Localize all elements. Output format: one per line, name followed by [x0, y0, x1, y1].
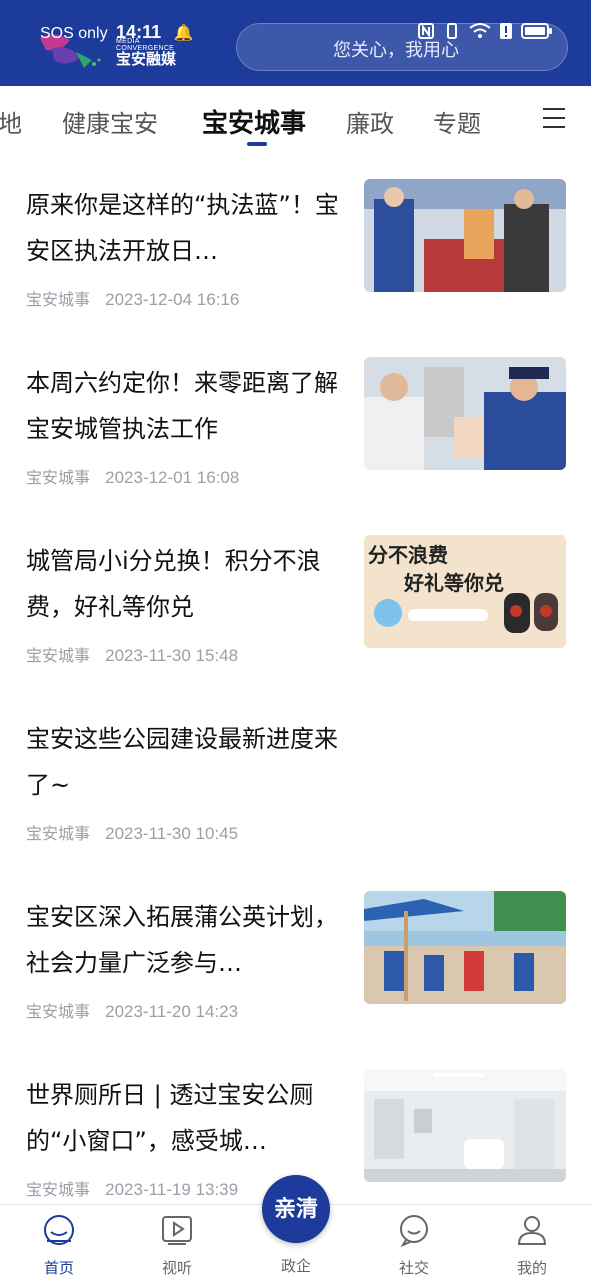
- category-tabs: 地 健康宝安 宝安城事 廉政 专题: [0, 86, 591, 152]
- article-source: 宝安城事: [26, 824, 91, 843]
- nav-social[interactable]: 社交: [374, 1213, 454, 1278]
- bell-icon: 🔔: [173, 25, 194, 42]
- article-meta: 宝安城事 2023-11-30 15:48: [26, 642, 238, 666]
- article-source: 宝安城事: [26, 290, 91, 309]
- tab-health[interactable]: 健康宝安: [62, 104, 158, 139]
- tab-topics[interactable]: 专题: [433, 104, 481, 139]
- list-item[interactable]: 原来你是这样的“执法蓝”！宝安区执法开放日… 宝安城事 2023-12-04 1…: [0, 152, 591, 330]
- tab-integrity[interactable]: 廉政: [346, 104, 394, 139]
- play-icon: [162, 1216, 192, 1245]
- nav-me[interactable]: 我的: [492, 1213, 572, 1278]
- home-icon: [44, 1215, 74, 1245]
- thumb-text-line2: 好礼等你兑: [404, 571, 504, 595]
- status-bar-left: SOS only 14:11 🔔: [40, 22, 193, 43]
- nav-me-label: 我的: [516, 1259, 547, 1277]
- nav-home-label: 首页: [43, 1259, 74, 1277]
- article-thumbnail[interactable]: [364, 357, 566, 470]
- menu-icon[interactable]: [543, 108, 565, 128]
- article-date: 2023-11-30 10:45: [105, 824, 239, 843]
- article-thumbnail[interactable]: [364, 179, 566, 292]
- article-title[interactable]: 世界厕所日 | 透过宝安公厕的“小窗口”，感受城…: [26, 1072, 344, 1164]
- nav-video-label: 视听: [161, 1259, 192, 1277]
- nav-home[interactable]: 首页: [19, 1213, 99, 1278]
- vibrate-icon: [447, 23, 457, 39]
- article-title[interactable]: 原来你是这样的“执法蓝”！宝安区执法开放日…: [26, 182, 344, 274]
- article-source: 宝安城事: [26, 1002, 91, 1021]
- article-title[interactable]: 本周六约定你！来零距离了解宝安城管执法工作: [26, 360, 344, 452]
- carrier-text: SOS only: [40, 25, 108, 42]
- article-date: 2023-12-04 16:16: [105, 290, 240, 309]
- alert-icon: [500, 23, 512, 39]
- clock-time: 14:11: [116, 22, 162, 42]
- article-date: 2023-11-30 15:48: [105, 646, 239, 665]
- article-source: 宝安城事: [26, 1180, 91, 1199]
- article-date: 2023-12-01 16:08: [105, 468, 240, 487]
- article-source: 宝安城事: [26, 468, 91, 487]
- chat-icon: [400, 1215, 428, 1248]
- nav-video[interactable]: 视听: [137, 1213, 217, 1278]
- article-date: 2023-11-19 13:39: [105, 1180, 239, 1199]
- status-bar-right: [417, 22, 553, 40]
- article-thumbnail[interactable]: [364, 1069, 566, 1182]
- article-meta: 宝安城事 2023-11-19 13:39: [26, 1176, 238, 1200]
- article-thumbnail[interactable]: [364, 891, 566, 1004]
- article-meta: 宝安城事 2023-11-20 14:23: [26, 998, 238, 1022]
- article-meta: 宝安城事 2023-12-01 16:08: [26, 464, 239, 488]
- tab-city-affairs[interactable]: 宝安城事: [202, 103, 306, 140]
- user-icon: [517, 1216, 547, 1245]
- article-title[interactable]: 宝安这些公园建设最新进度来了~: [26, 716, 344, 808]
- battery-icon: [521, 23, 552, 39]
- bottom-nav: 首页 视听 亲清 政企 社交 我的: [0, 1175, 591, 1280]
- article-meta: 宝安城事 2023-11-30 10:45: [26, 820, 238, 844]
- logo-text-cn: 宝安融媒: [116, 50, 177, 68]
- list-item[interactable]: 宝安这些公园建设最新进度来了~ 宝安城事 2023-11-30 10:45: [0, 686, 591, 864]
- list-item[interactable]: 城管局小i分兑换！积分不浪费，好礼等你兑 宝安城事 2023-11-30 15:…: [0, 508, 591, 686]
- article-title[interactable]: 宝安区深入拓展蒲公英计划，社会力量广泛参与…: [26, 894, 344, 986]
- list-item[interactable]: 本周六约定你！来零距离了解宝安城管执法工作 宝安城事 2023-12-01 16…: [0, 330, 591, 508]
- tab-partial[interactable]: 地: [0, 104, 22, 139]
- thumb-text-line1: 分不浪费: [368, 543, 448, 567]
- article-meta: 宝安城事 2023-12-04 16:16: [26, 286, 239, 310]
- wifi-icon: [469, 23, 491, 38]
- top-header: MEDIA CONVERGENCE 宝安融媒 SOS only 14:11 🔔 …: [0, 0, 591, 86]
- article-date: 2023-11-20 14:23: [105, 1002, 239, 1021]
- article-title[interactable]: 城管局小i分兑换！积分不浪费，好礼等你兑: [26, 538, 344, 630]
- nav-social-label: 社交: [398, 1259, 429, 1277]
- app-screen: MEDIA CONVERGENCE 宝安融媒 SOS only 14:11 🔔 …: [0, 0, 591, 1280]
- list-item[interactable]: 宝安区深入拓展蒲公英计划，社会力量广泛参与… 宝安城事 2023-11-20 1…: [0, 864, 591, 1042]
- article-source: 宝安城事: [26, 646, 91, 665]
- article-thumbnail[interactable]: 分不浪费 好礼等你兑: [364, 535, 566, 648]
- active-tab-indicator: [247, 142, 267, 146]
- nav-gov-label[interactable]: 政企: [256, 1255, 336, 1276]
- gov-center-button[interactable]: 亲清: [262, 1175, 330, 1243]
- nfc-icon: [418, 23, 434, 39]
